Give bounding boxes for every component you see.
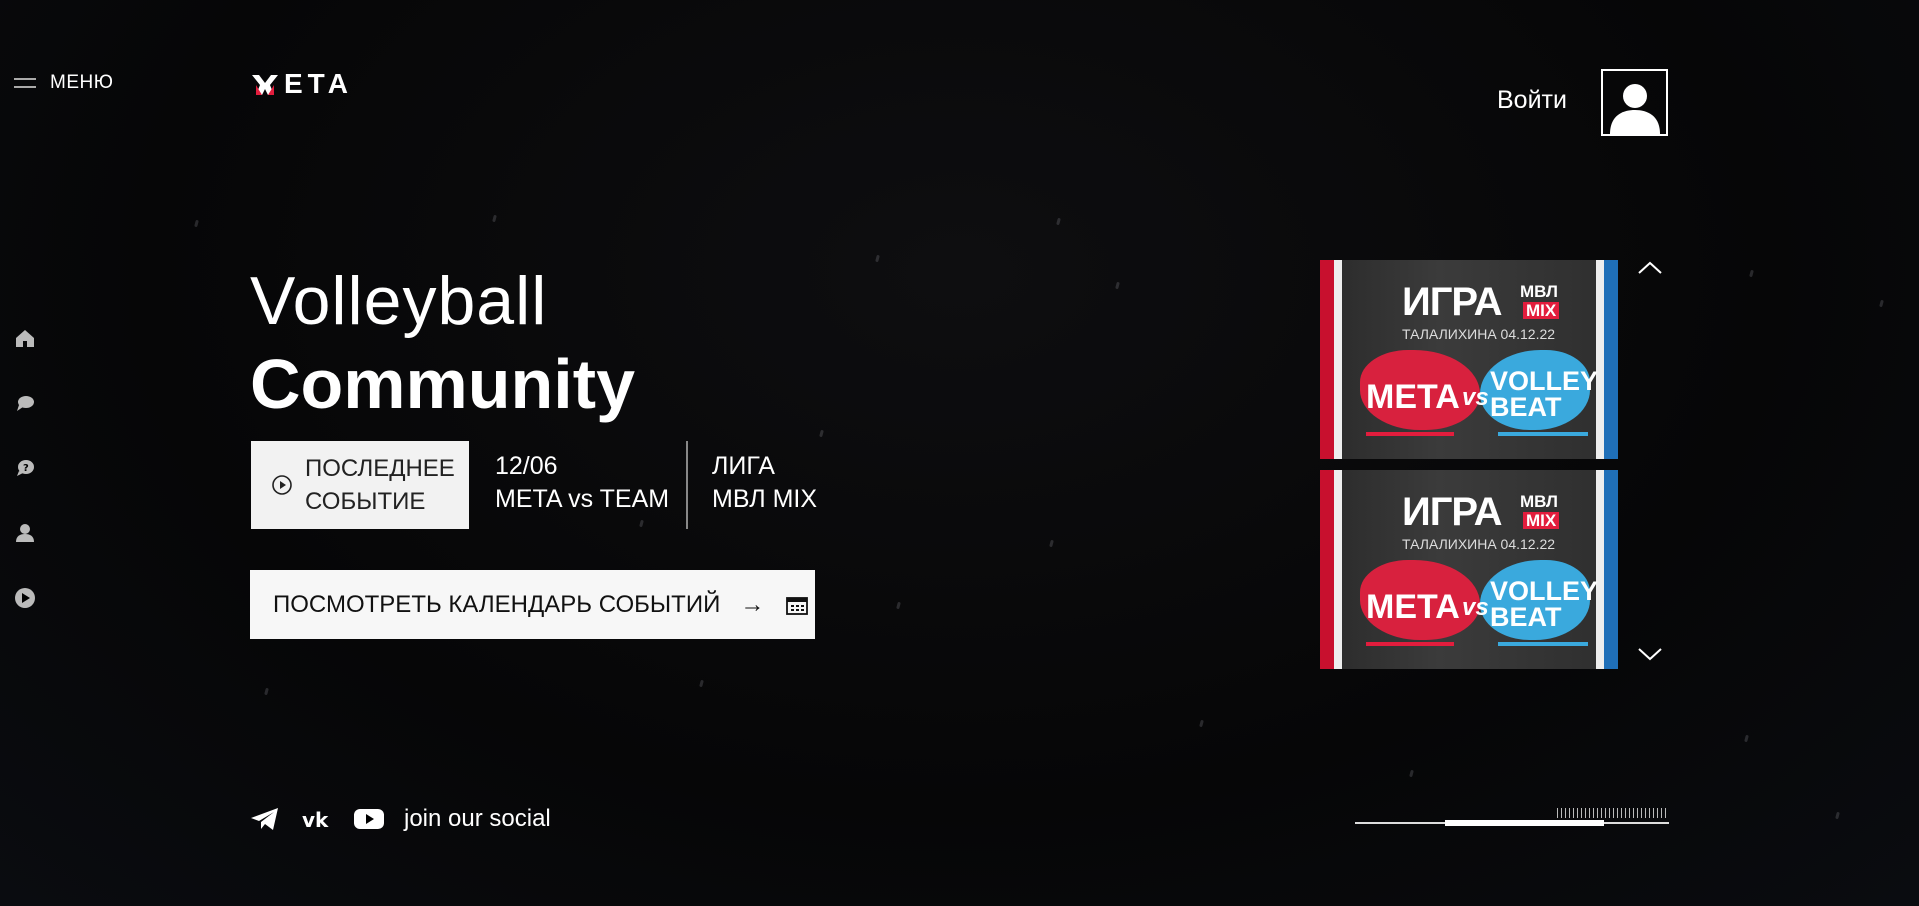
poster-team2-line2: BEAT [1490,602,1562,632]
arrow-right-icon: → [740,590,765,618]
poster-tear-right [1596,260,1604,459]
youtube-icon[interactable] [354,808,384,830]
hamburger-icon [14,78,36,88]
sidebar-video[interactable] [14,587,36,609]
poster-underline-red [1366,642,1454,646]
play-circle-icon [272,475,292,495]
menu-button[interactable]: МЕНЮ [14,72,113,94]
poster-title: ИГРА [1402,490,1502,534]
logo[interactable]: ETA [250,68,353,100]
user-icon [16,524,34,542]
sidebar-chat[interactable] [14,392,36,414]
league-label: ЛИГА [712,452,775,480]
hero-title-line1: Volleyball [250,263,548,339]
slide-progress[interactable] [1355,808,1669,828]
carousel-down-button[interactable] [1636,644,1664,664]
hero-title-line2: Community [250,345,635,423]
menu-label: МЕНЮ [50,72,114,93]
user-avatar-icon [1609,84,1660,134]
sidebar-profile[interactable] [14,522,36,544]
last-event-label-line2: СОБЫТИЕ [305,488,426,515]
league-name: МВЛ MIX [712,485,818,513]
poster-vs: vs [1462,594,1489,621]
poster-team2-line2: BEAT [1490,392,1562,422]
poster-underline-blue [1498,642,1588,646]
poster-underline-red [1366,432,1454,436]
league-info: ЛИГА МВЛ MIX [712,450,817,516]
poster-tear-left [1334,260,1342,459]
progress-ticks [1557,808,1669,818]
logo-mark-icon [252,75,278,95]
calendar-button-label: ПОСМОТРЕТЬ КАЛЕНДАРЬ СОБЫТИЙ [273,590,721,618]
poster-team2-line1: VOLLEY [1490,576,1599,606]
svg-text:?: ? [23,463,29,474]
poster-vs: vs [1462,384,1489,411]
last-event-label-line1: ПОСЛЕДНЕЕ [305,455,455,482]
logo-text: ETA [284,68,353,99]
event-info: 12/06 META vs TEAM [495,450,669,516]
login-link[interactable]: Войти [1497,86,1567,115]
home-icon [16,330,34,347]
chevron-up-icon [1638,261,1662,274]
help-icon: ? [17,460,34,476]
event-poster[interactable]: ИГРА МВЛ MIX ТАЛАЛИХИНА 04.12.22 META vs… [1320,470,1618,669]
poster-team1: META [1366,588,1460,626]
event-match: META vs TEAM [495,485,670,513]
poster-underline-blue [1498,432,1588,436]
svg-text:vk: vk [302,809,329,829]
event-date: 12/06 [495,452,558,480]
sidebar-home[interactable] [14,327,36,349]
calendar-button[interactable]: ПОСМОТРЕТЬ КАЛЕНДАРЬ СОБЫТИЙ → [250,570,815,639]
telegram-icon[interactable] [250,806,280,832]
poster-badge-bottom: MIX [1523,512,1560,529]
carousel-up-button[interactable] [1636,258,1664,278]
poster-title: ИГРА [1402,280,1502,324]
poster-tear-left [1334,470,1342,669]
sidebar-help[interactable]: ? [14,457,36,479]
progress-fill [1445,820,1604,826]
poster-badge-top: МВЛ [1520,282,1558,301]
vk-icon[interactable]: vk [302,809,332,829]
avatar[interactable] [1601,69,1668,136]
social-links: vk join our social [250,805,551,833]
poster-subtitle: ТАЛАЛИХИНА 04.12.22 [1402,536,1556,552]
poster-team2: VOLLEY BEAT [1490,576,1599,632]
play-icon [15,588,35,608]
social-label: join our social [404,805,551,832]
poster-team2-line1: VOLLEY [1490,366,1599,396]
poster-badge-bottom: MIX [1523,302,1560,319]
calendar-icon [786,596,809,615]
poster-badge-top: МВЛ [1520,492,1558,511]
last-event-button[interactable]: ПОСЛЕДНЕЕ СОБЫТИЕ [251,441,469,529]
poster-tear-right [1596,470,1604,669]
poster-subtitle: ТАЛАЛИХИНА 04.12.22 [1402,326,1556,342]
chat-icon [17,396,34,411]
event-poster[interactable]: ИГРА МВЛ MIX ТАЛАЛИХИНА 04.12.22 META vs… [1320,260,1618,459]
divider [686,441,688,529]
chevron-down-icon [1638,648,1662,661]
poster-team1: META [1366,378,1460,416]
poster-team2: VOLLEY BEAT [1490,366,1599,422]
